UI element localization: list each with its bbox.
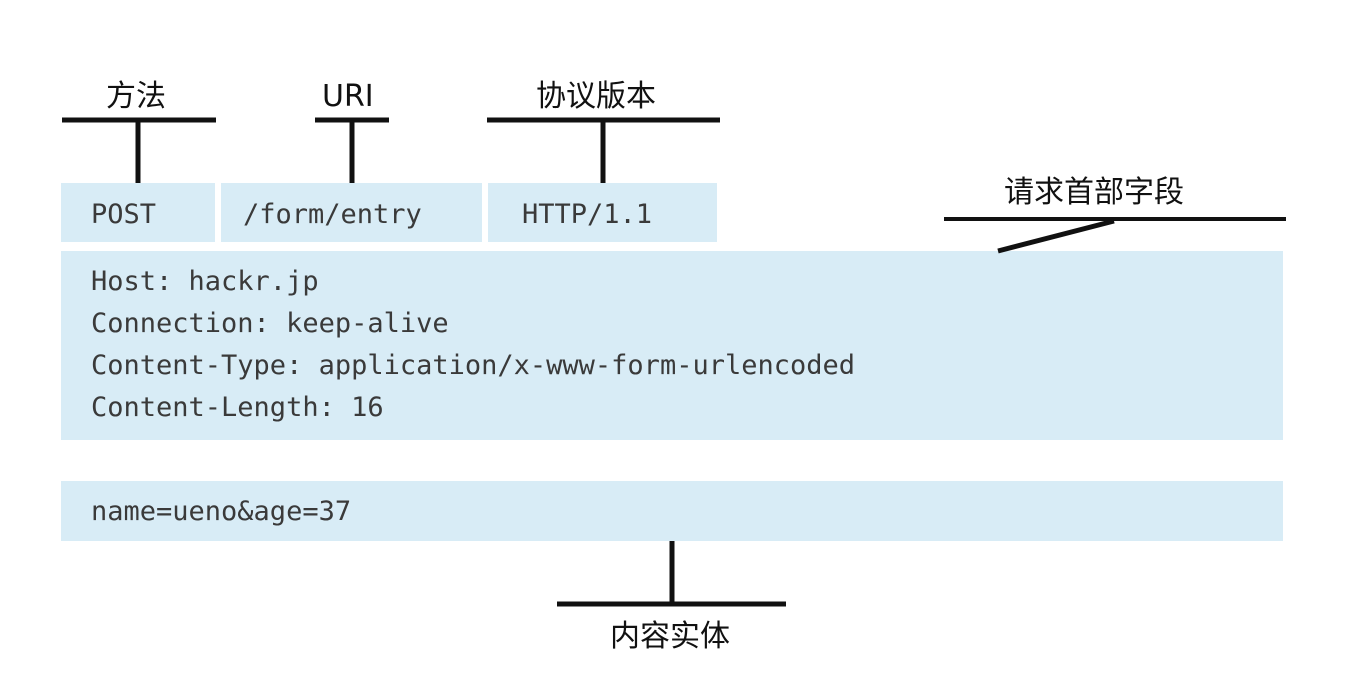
connector-lines xyxy=(62,117,1286,607)
headers-pointer-line xyxy=(997,218,1115,254)
http-request-diagram: 方法 URI 协议版本 请求首部字段 内容实体 POST /form/entry… xyxy=(0,0,1352,676)
